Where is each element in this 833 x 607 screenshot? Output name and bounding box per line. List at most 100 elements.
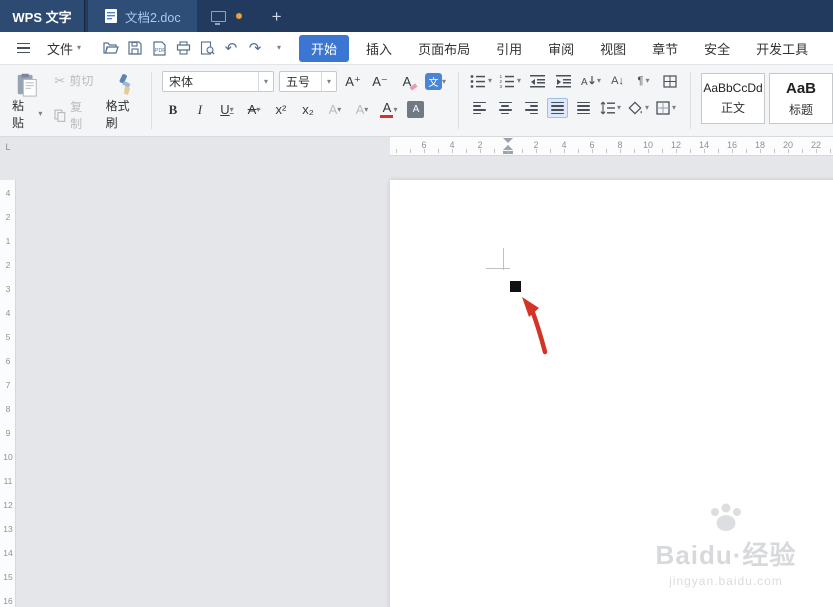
copy-icon [54, 109, 66, 122]
print-preview-button[interactable] [195, 36, 219, 60]
ruler-number: 12 [3, 500, 13, 510]
char-shading-button[interactable]: A [405, 99, 427, 120]
align-center-button[interactable] [495, 98, 516, 118]
watermark-url: jingyan.baidu.com [669, 574, 783, 588]
ruler-number: 16 [726, 140, 738, 150]
font-group: 宋体 ▾ 五号 ▾ A⁺ A⁻ A 文 ▾ B I U ▾ A ▾ x² x₂ … [152, 65, 458, 136]
first-line-indent-marker[interactable] [503, 138, 513, 143]
ruler-number: 4 [561, 140, 567, 150]
decrease-font-button[interactable]: A⁻ [369, 71, 391, 92]
bold-button[interactable]: B [162, 99, 184, 120]
app-logo[interactable]: WPS 文字 [0, 0, 85, 32]
borders-icon [656, 101, 670, 115]
numbered-list-button[interactable]: 1 2 3 ▾ [498, 71, 522, 91]
ruler-number: 14 [3, 548, 13, 558]
decrease-indent-button[interactable] [527, 71, 548, 91]
justify-button[interactable] [546, 98, 568, 118]
text-boundary-mark-vertical [503, 248, 504, 270]
line-spacing-icon [600, 101, 615, 115]
ruler-number: 13 [3, 524, 13, 534]
tab-cloud[interactable]: 云服务 [821, 34, 833, 63]
text-direction-button[interactable]: A ▾ [579, 71, 602, 91]
superscript-button[interactable]: x² [270, 99, 292, 120]
distribute-button[interactable] [573, 98, 594, 118]
strikethrough-button[interactable]: A ▾ [243, 99, 265, 120]
sort-button[interactable]: A↓ [607, 71, 628, 91]
menu-icon[interactable] [14, 40, 33, 57]
hanging-indent-marker[interactable] [503, 145, 513, 150]
tab-references[interactable]: 引用 [483, 34, 535, 63]
paste-icon [17, 73, 37, 97]
chevron-down-icon: ▾ [616, 103, 621, 112]
highlight-button[interactable]: A ▾ [351, 99, 373, 120]
shading-button[interactable]: ▾ [627, 98, 650, 118]
quick-access-dropdown[interactable]: ▾ [267, 36, 291, 60]
tab-review[interactable]: 审阅 [535, 34, 587, 63]
notification-dot [235, 13, 242, 19]
new-tab-button[interactable]: + [266, 6, 288, 27]
font-color-icon: A [380, 101, 394, 118]
horizontal-ruler-page-area[interactable]: 6 4 2 2 4 6 8 10 12 14 16 18 20 22 [390, 137, 833, 156]
chevron-down-icon: ▾ [672, 103, 677, 112]
style-heading[interactable]: AaB 标题 [769, 73, 833, 124]
italic-button[interactable]: I [189, 99, 211, 120]
ruler-number: 4 [5, 308, 11, 318]
chevron-down-icon: ▾ [516, 76, 521, 85]
export-pdf-button[interactable]: PDF [147, 36, 171, 60]
format-painter-button[interactable]: 格式刷 [104, 72, 143, 132]
tab-developer[interactable]: 开发工具 [743, 34, 821, 63]
left-indent-marker[interactable] [503, 151, 513, 154]
horizontal-ruler[interactable]: 6 4 2 2 4 6 8 10 12 14 16 18 20 22 [16, 137, 833, 156]
document-tab[interactable]: 文档2.doc [88, 0, 197, 32]
open-folder-button[interactable] [99, 36, 123, 60]
paste-button[interactable]: 粘贴 ▾ [10, 72, 44, 132]
print-button[interactable] [171, 36, 195, 60]
file-menu-button[interactable]: 文件 ▾ [43, 35, 85, 62]
ruler-number: 9 [5, 428, 11, 438]
tab-security[interactable]: 安全 [691, 34, 743, 63]
ruler-number: 2 [5, 260, 11, 270]
text-layout-button[interactable] [659, 71, 680, 91]
undo-button[interactable]: ↶ [219, 36, 243, 60]
increase-indent-icon [555, 75, 571, 88]
show-marks-button[interactable]: ¶ ▾ [633, 71, 654, 91]
tab-home[interactable]: 开始 [299, 34, 350, 62]
style-normal[interactable]: AaBbCcDd 正文 [701, 73, 765, 124]
ruler-number: 6 [5, 356, 11, 366]
increase-indent-button[interactable] [553, 71, 574, 91]
tab-view[interactable]: 视图 [587, 34, 639, 63]
underline-button[interactable]: U ▾ [216, 99, 238, 120]
font-color-button[interactable]: A ▾ [378, 99, 400, 120]
text-boundary-mark-horizontal [486, 268, 510, 269]
line-spacing-button[interactable]: ▾ [599, 98, 622, 118]
font-name-caret[interactable]: ▾ [257, 72, 273, 91]
numbered-list-icon: 1 2 3 [499, 74, 514, 89]
font-size-caret[interactable]: ▾ [320, 72, 336, 91]
font-name-combo[interactable]: 宋体 ▾ [161, 71, 274, 92]
increase-font-button[interactable]: A⁺ [342, 71, 364, 92]
subscript-button[interactable]: x₂ [297, 99, 319, 120]
bullet-list-button[interactable]: ▾ [469, 71, 493, 91]
quick-access-toolbar: PDF ↶ ↷ ▾ [99, 36, 291, 60]
pinyin-guide-button[interactable]: A ▾ [324, 99, 346, 120]
borders-button[interactable]: ▾ [655, 98, 677, 118]
align-left-button[interactable] [469, 98, 490, 118]
tab-page-layout[interactable]: 页面布局 [405, 34, 483, 63]
font-size-combo[interactable]: 五号 ▾ [278, 71, 337, 92]
redo-button[interactable]: ↷ [243, 36, 267, 60]
paw-icon [711, 503, 741, 531]
tab-stop-selector[interactable]: L [0, 137, 16, 156]
cut-button[interactable]: ✂ 剪切 [54, 72, 93, 89]
clear-format-button[interactable]: A [396, 71, 418, 92]
ribbon: 粘贴 ▾ ✂ 剪切 复制 格式刷 宋体 ▾ 五号 ▾ A⁺ A⁻ A 文 ▾ B… [0, 65, 833, 137]
save-button[interactable] [123, 36, 147, 60]
style-name: 标题 [788, 102, 813, 117]
text-tool-button[interactable]: 文 ▾ [423, 71, 448, 92]
tab-insert[interactable]: 插入 [353, 34, 405, 63]
tab-section[interactable]: 章节 [639, 34, 691, 63]
align-right-button[interactable] [521, 98, 542, 118]
vertical-ruler[interactable]: 4 2 1 2 3 4 5 6 7 8 9 10 11 12 13 14 15 … [0, 156, 16, 607]
ruler-number: 2 [477, 140, 483, 150]
copy-button[interactable]: 复制 [54, 98, 93, 132]
monitor-icon[interactable] [210, 10, 226, 25]
